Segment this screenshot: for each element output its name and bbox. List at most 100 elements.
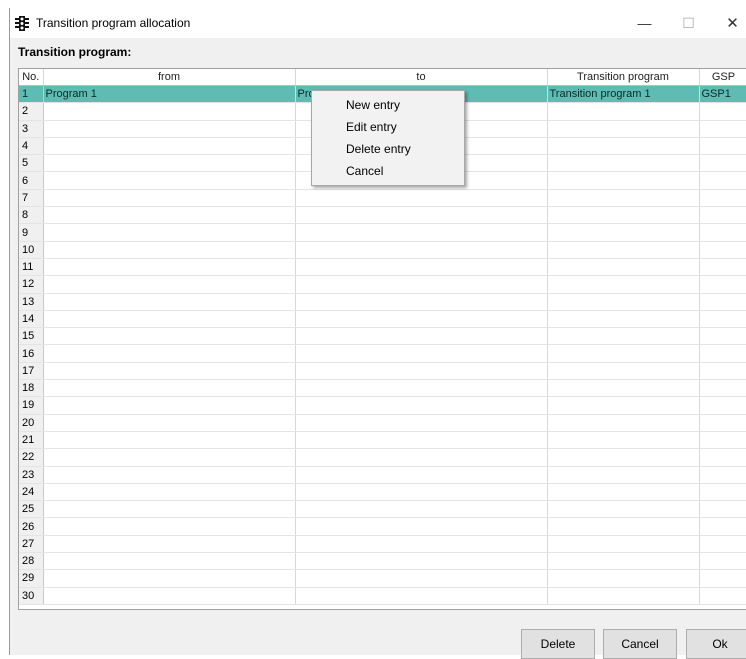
transition-program-cell[interactable]	[547, 587, 700, 605]
transition-program-cell[interactable]	[547, 517, 700, 536]
to-cell[interactable]	[295, 344, 548, 363]
from-cell[interactable]	[43, 102, 296, 121]
gsp-cell[interactable]	[699, 310, 746, 329]
transition-program-cell[interactable]	[547, 344, 700, 363]
table-row[interactable]: 13	[19, 293, 746, 311]
to-cell[interactable]	[295, 569, 548, 588]
gsp-cell[interactable]	[699, 379, 746, 398]
to-cell[interactable]	[295, 258, 548, 277]
transition-program-cell[interactable]	[547, 327, 700, 346]
to-cell[interactable]	[295, 448, 548, 467]
row-number-cell[interactable]: 2	[19, 102, 44, 121]
column-header-transition-program[interactable]: Transition program	[547, 69, 700, 86]
from-cell[interactable]	[43, 396, 296, 415]
table-row[interactable]: 24	[19, 483, 746, 502]
from-cell[interactable]	[43, 120, 296, 138]
gsp-cell[interactable]	[699, 137, 746, 156]
to-cell[interactable]	[295, 552, 548, 571]
gsp-cell[interactable]	[699, 483, 746, 502]
gsp-cell[interactable]	[699, 517, 746, 536]
table-row[interactable]: 27	[19, 535, 746, 554]
transition-program-cell[interactable]	[547, 171, 700, 190]
from-cell[interactable]	[43, 137, 296, 156]
gsp-cell[interactable]	[699, 327, 746, 346]
from-cell[interactable]	[43, 206, 296, 225]
row-number-cell[interactable]: 30	[19, 587, 44, 605]
menu-item-delete-entry[interactable]: Delete entry	[312, 138, 464, 160]
table-row[interactable]: 17	[19, 362, 746, 381]
transition-program-cell[interactable]	[547, 241, 700, 259]
row-number-cell[interactable]: 26	[19, 517, 44, 536]
transition-program-cell[interactable]	[547, 137, 700, 156]
row-number-cell[interactable]: 5	[19, 154, 44, 173]
to-cell[interactable]	[295, 310, 548, 329]
column-header-to[interactable]: to	[295, 69, 548, 86]
gsp-cell[interactable]	[699, 189, 746, 208]
from-cell[interactable]	[43, 223, 296, 242]
row-number-cell[interactable]: 4	[19, 137, 44, 156]
from-cell[interactable]	[43, 483, 296, 502]
to-cell[interactable]	[295, 396, 548, 415]
to-cell[interactable]	[295, 379, 548, 398]
gsp-cell[interactable]	[699, 431, 746, 450]
table-row[interactable]: 22	[19, 448, 746, 467]
row-number-cell[interactable]: 6	[19, 171, 44, 190]
transition-program-cell[interactable]	[547, 102, 700, 121]
table-row[interactable]: 16	[19, 344, 746, 363]
table-row[interactable]: 11	[19, 258, 746, 277]
gsp-cell[interactable]	[699, 466, 746, 484]
table-row[interactable]: 12	[19, 275, 746, 294]
table-row[interactable]: 15	[19, 327, 746, 346]
table-row[interactable]: 9	[19, 223, 746, 242]
from-cell[interactable]: Program 1	[43, 85, 296, 104]
gsp-cell[interactable]	[699, 171, 746, 190]
to-cell[interactable]	[295, 483, 548, 502]
transition-program-cell[interactable]: Transition program 1	[547, 85, 700, 104]
transition-program-cell[interactable]	[547, 189, 700, 208]
table-row[interactable]: 7	[19, 189, 746, 208]
from-cell[interactable]	[43, 327, 296, 346]
transition-program-cell[interactable]	[547, 552, 700, 571]
gsp-cell[interactable]	[699, 362, 746, 381]
row-number-cell[interactable]: 10	[19, 241, 44, 259]
row-number-cell[interactable]: 15	[19, 327, 44, 346]
table-row[interactable]: 19	[19, 396, 746, 415]
gsp-cell[interactable]	[699, 396, 746, 415]
table-row[interactable]: 28	[19, 552, 746, 571]
from-cell[interactable]	[43, 535, 296, 554]
transition-program-cell[interactable]	[547, 362, 700, 381]
gsp-cell[interactable]	[699, 258, 746, 277]
gsp-cell[interactable]	[699, 587, 746, 605]
gsp-cell[interactable]	[699, 552, 746, 571]
transition-program-cell[interactable]	[547, 431, 700, 450]
row-number-cell[interactable]: 7	[19, 189, 44, 208]
from-cell[interactable]	[43, 500, 296, 519]
to-cell[interactable]	[295, 517, 548, 536]
transition-program-cell[interactable]	[547, 500, 700, 519]
table-row[interactable]: 10	[19, 241, 746, 259]
row-number-cell[interactable]: 25	[19, 500, 44, 519]
menu-item-new-entry[interactable]: New entry	[312, 94, 464, 116]
gsp-cell[interactable]	[699, 344, 746, 363]
table-row[interactable]: 14	[19, 310, 746, 329]
gsp-cell[interactable]: GSP1	[699, 85, 746, 104]
to-cell[interactable]	[295, 241, 548, 259]
from-cell[interactable]	[43, 466, 296, 484]
from-cell[interactable]	[43, 275, 296, 294]
transition-program-cell[interactable]	[547, 293, 700, 311]
minimize-button[interactable]: —	[622, 8, 667, 38]
row-number-cell[interactable]: 8	[19, 206, 44, 225]
to-cell[interactable]	[295, 414, 548, 432]
gsp-cell[interactable]	[699, 535, 746, 554]
gsp-cell[interactable]	[699, 241, 746, 259]
row-number-cell[interactable]: 20	[19, 414, 44, 432]
to-cell[interactable]	[295, 466, 548, 484]
row-number-cell[interactable]: 16	[19, 344, 44, 363]
transition-program-cell[interactable]	[547, 310, 700, 329]
to-cell[interactable]	[295, 206, 548, 225]
to-cell[interactable]	[295, 275, 548, 294]
from-cell[interactable]	[43, 189, 296, 208]
gsp-cell[interactable]	[699, 206, 746, 225]
close-button[interactable]: ✕	[710, 8, 746, 38]
row-number-cell[interactable]: 3	[19, 120, 44, 138]
